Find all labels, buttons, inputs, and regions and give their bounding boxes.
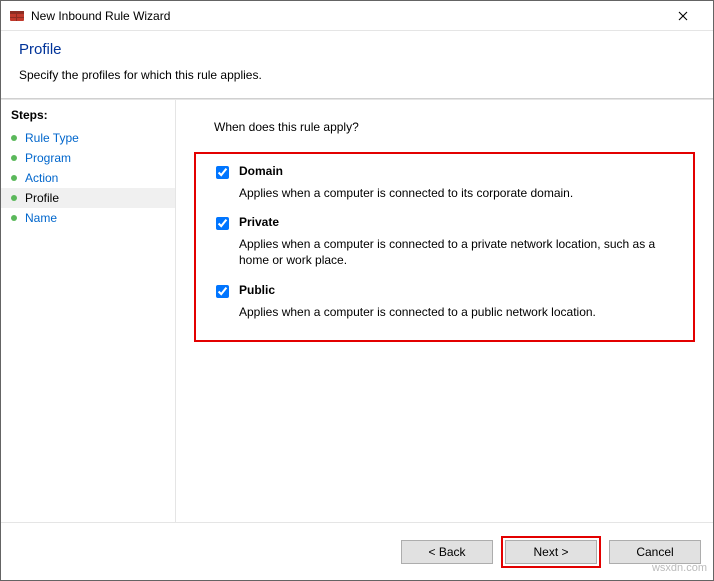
step-action[interactable]: Action — [1, 168, 175, 188]
steps-sidebar: Steps: Rule Type Program Action Profile … — [1, 100, 176, 522]
checkbox-private[interactable] — [216, 217, 229, 230]
step-profile[interactable]: Profile — [1, 188, 175, 208]
step-program[interactable]: Program — [1, 148, 175, 168]
next-highlight: Next > — [501, 536, 601, 568]
bullet-icon — [11, 175, 17, 181]
profile-domain-row: Domain — [216, 164, 687, 179]
profile-private-label[interactable]: Private — [239, 215, 279, 229]
next-button[interactable]: Next > — [505, 540, 597, 564]
profile-domain-label[interactable]: Domain — [239, 164, 283, 178]
close-icon — [678, 11, 688, 21]
profile-private-desc: Applies when a computer is connected to … — [239, 236, 687, 268]
back-button[interactable]: < Back — [401, 540, 493, 564]
step-label: Profile — [25, 191, 59, 205]
bullet-icon — [11, 215, 17, 221]
cancel-button[interactable]: Cancel — [609, 540, 701, 564]
profile-domain-desc: Applies when a computer is connected to … — [239, 185, 687, 201]
step-label: Program — [25, 151, 71, 165]
step-name[interactable]: Name — [1, 208, 175, 228]
profiles-highlight: Domain Applies when a computer is connec… — [194, 152, 695, 342]
bullet-icon — [11, 135, 17, 141]
titlebar-title: New Inbound Rule Wizard — [31, 9, 661, 23]
wizard-body: Steps: Rule Type Program Action Profile … — [1, 99, 713, 522]
step-rule-type[interactable]: Rule Type — [1, 128, 175, 148]
main-panel: When does this rule apply? Domain Applie… — [176, 100, 713, 522]
profile-public-row: Public — [216, 283, 687, 298]
bullet-icon — [11, 195, 17, 201]
titlebar: New Inbound Rule Wizard — [1, 1, 713, 31]
wizard-header: Profile Specify the profiles for which t… — [1, 31, 713, 92]
profile-private-row: Private — [216, 215, 687, 230]
step-label: Name — [25, 211, 57, 225]
bullet-icon — [11, 155, 17, 161]
steps-heading: Steps: — [1, 106, 175, 128]
checkbox-public[interactable] — [216, 285, 229, 298]
page-subtitle: Specify the profiles for which this rule… — [19, 68, 697, 82]
profile-public-label[interactable]: Public — [239, 283, 275, 297]
step-label: Rule Type — [25, 131, 79, 145]
page-title: Profile — [19, 41, 697, 58]
wizard-footer: < Back Next > Cancel — [1, 522, 713, 580]
step-label: Action — [25, 171, 58, 185]
checkbox-domain[interactable] — [216, 166, 229, 179]
firewall-icon — [9, 8, 25, 24]
profile-public-desc: Applies when a computer is connected to … — [239, 304, 687, 320]
watermark: wsxdn.com — [652, 562, 707, 574]
wizard-window: New Inbound Rule Wizard Profile Specify … — [0, 0, 714, 581]
close-button[interactable] — [661, 2, 705, 30]
question-text: When does this rule apply? — [214, 120, 695, 134]
